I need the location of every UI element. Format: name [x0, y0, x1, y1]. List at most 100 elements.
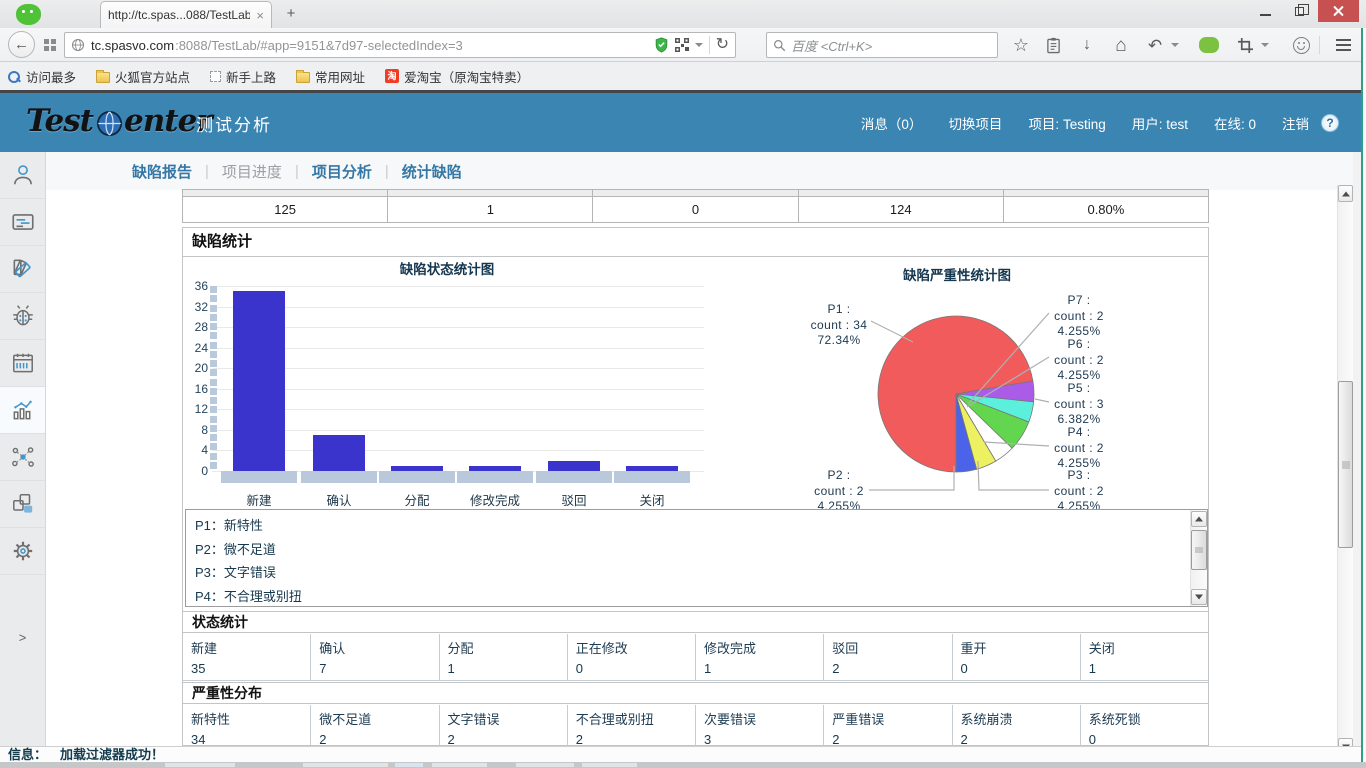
page-scrollbar[interactable] — [1337, 185, 1353, 755]
summary-value-0: 125 — [183, 197, 388, 222]
tab-close-icon[interactable]: × — [256, 9, 264, 22]
pages-grid-icon[interactable] — [44, 39, 56, 51]
column-header: 修改完成 — [696, 634, 824, 657]
restore-icon — [1295, 7, 1304, 16]
search-icon — [773, 39, 786, 52]
feedback-button[interactable] — [1288, 34, 1314, 56]
history-restore-button[interactable]: ↶ — [1142, 34, 1168, 56]
y-axis-tick: 8 — [186, 422, 208, 438]
bug-icon — [10, 303, 36, 329]
bookmark-star-button[interactable]: ☆ — [1008, 34, 1034, 56]
sidebar-item-testcases[interactable] — [0, 246, 45, 293]
downloads-button[interactable]: ↓ — [1074, 34, 1100, 56]
nav-tab-3[interactable]: 统计缺陷 — [402, 161, 462, 182]
globe-logo-icon — [96, 110, 123, 137]
close-window-button[interactable] — [1318, 0, 1359, 22]
scroll-up-button[interactable] — [1191, 511, 1207, 527]
logo-text-1: Test — [26, 103, 93, 139]
bookmark-item-0[interactable]: 访问最多 — [8, 67, 76, 86]
nav-tab-1[interactable]: 项目进度 — [222, 161, 282, 182]
nav-tab-0[interactable]: 缺陷报告 — [132, 161, 192, 182]
scrollbar-thumb[interactable] — [1191, 530, 1207, 570]
help-icon[interactable]: ? — [1321, 114, 1339, 132]
cell-value: 0 — [953, 657, 1081, 681]
cell-value: 7 — [311, 657, 439, 681]
sidebar-expand-toggle[interactable]: > — [0, 630, 45, 645]
legend-item-3: P4：不合理或别扭 — [186, 585, 1176, 609]
sidebar-item-user[interactable] — [0, 152, 45, 199]
status-label: 信息： — [8, 747, 47, 762]
nav-tab-2[interactable]: 项目分析 — [312, 161, 372, 182]
analytics-chart-icon — [10, 397, 36, 423]
summary-value-1: 1 — [388, 197, 593, 222]
column-header: 重开 — [953, 634, 1081, 657]
column-header: 文字错误 — [440, 705, 568, 728]
legend-scrollbar[interactable] — [1190, 510, 1207, 606]
sidebar-item-plugins[interactable] — [0, 481, 45, 528]
history-dropdown[interactable] — [1168, 34, 1182, 56]
bookmark-item-2[interactable]: 新手上路 — [210, 67, 276, 86]
scroll-down-button[interactable] — [1191, 589, 1207, 605]
bookmark-item-4[interactable]: 淘爱淘宝（原淘宝特卖） — [385, 67, 529, 86]
sidebar-item-schedule[interactable] — [0, 340, 45, 387]
menu-button[interactable] — [1330, 34, 1356, 56]
browser-tab[interactable]: http://tc.spas...088/TestLab/# × — [100, 1, 272, 28]
sidebar-item-defects[interactable] — [0, 293, 45, 340]
header-link-1[interactable]: 切换项目 — [948, 113, 1002, 133]
cell-value: 1 — [696, 657, 824, 681]
column-header: 关闭 — [1081, 634, 1208, 657]
app-header: Test enter 测试分析 消息（0）切换项目项目: Testing用户: … — [0, 93, 1361, 152]
new-tab-button[interactable]: + — [280, 5, 302, 22]
y-axis-tick: 4 — [186, 442, 208, 458]
library-button[interactable] — [1040, 34, 1066, 56]
chevron-down-icon[interactable] — [695, 43, 703, 47]
sidebar-item-requirements[interactable] — [0, 199, 45, 246]
pie-label-P4: P4 : — [1068, 425, 1091, 439]
taobao-icon: 淘 — [385, 69, 399, 83]
minimize-button[interactable] — [1250, 0, 1280, 22]
scroll-up-button[interactable] — [1338, 185, 1353, 202]
summary-header-strip — [182, 189, 1209, 196]
panel-title: 缺陷统计 — [183, 228, 1208, 257]
status-message: 加载过滤器成功！ — [60, 747, 164, 762]
chevron-down-icon — [1261, 43, 1269, 47]
wechat-extension-button[interactable] — [1196, 34, 1222, 56]
bookmark-label: 火狐官方站点 — [115, 67, 190, 86]
status-bar: 信息： 加载过滤器成功！ — [0, 746, 1361, 762]
column-header: 新特性 — [183, 705, 311, 728]
network-icon — [10, 444, 36, 470]
reload-icon[interactable]: ↻ — [716, 37, 729, 53]
header-link-5[interactable]: 注销 — [1282, 113, 1309, 133]
screenshot-dropdown[interactable] — [1258, 34, 1272, 56]
crop-icon — [1238, 38, 1253, 53]
sidebar-item-analysis[interactable] — [0, 387, 45, 434]
y-axis-tick: 36 — [186, 278, 208, 294]
home-button[interactable]: ⌂ — [1108, 34, 1134, 56]
qr-code-icon[interactable] — [675, 38, 689, 52]
screenshot-button[interactable] — [1232, 34, 1258, 56]
restore-button[interactable] — [1284, 0, 1314, 22]
header-link-2[interactable]: 项目: Testing — [1028, 113, 1105, 133]
bookmark-item-1[interactable]: 火狐官方站点 — [96, 67, 190, 86]
bar-驳回 — [548, 461, 600, 471]
header-link-4[interactable]: 在线: 0 — [1214, 113, 1256, 133]
search-input[interactable]: 百度 <Ctrl+K> — [766, 32, 998, 58]
bookmark-item-3[interactable]: 常用网址 — [296, 67, 365, 86]
shield-icon[interactable] — [654, 37, 669, 53]
swatches-icon — [10, 256, 36, 282]
nav-tabs: 缺陷报告|项目进度|项目分析|统计缺陷 — [132, 152, 462, 190]
sidebar-item-traceability[interactable] — [0, 434, 45, 481]
url-bar[interactable]: tc.spasvo.com :8088/TestLab/#app=9151&7d… — [64, 32, 736, 58]
sidebar-item-settings[interactable] — [0, 528, 45, 575]
column-header: 系统死锁 — [1081, 705, 1208, 728]
back-button[interactable]: ← — [8, 31, 35, 58]
nav-separator: | — [295, 163, 299, 180]
defect-status-bar-chart: 缺陷状态统计图 04812162024283236新建确认分配修改完成驳回关闭 — [186, 258, 708, 506]
header-link-0[interactable]: 消息（0） — [861, 113, 923, 133]
folder-icon — [296, 72, 310, 83]
column-header: 不合理或别扭 — [568, 705, 696, 728]
bookmark-label: 常用网址 — [315, 67, 365, 86]
scrollbar-thumb[interactable] — [1338, 381, 1353, 548]
header-link-3[interactable]: 用户: test — [1132, 113, 1188, 133]
leader-line-P3 — [978, 461, 1049, 490]
